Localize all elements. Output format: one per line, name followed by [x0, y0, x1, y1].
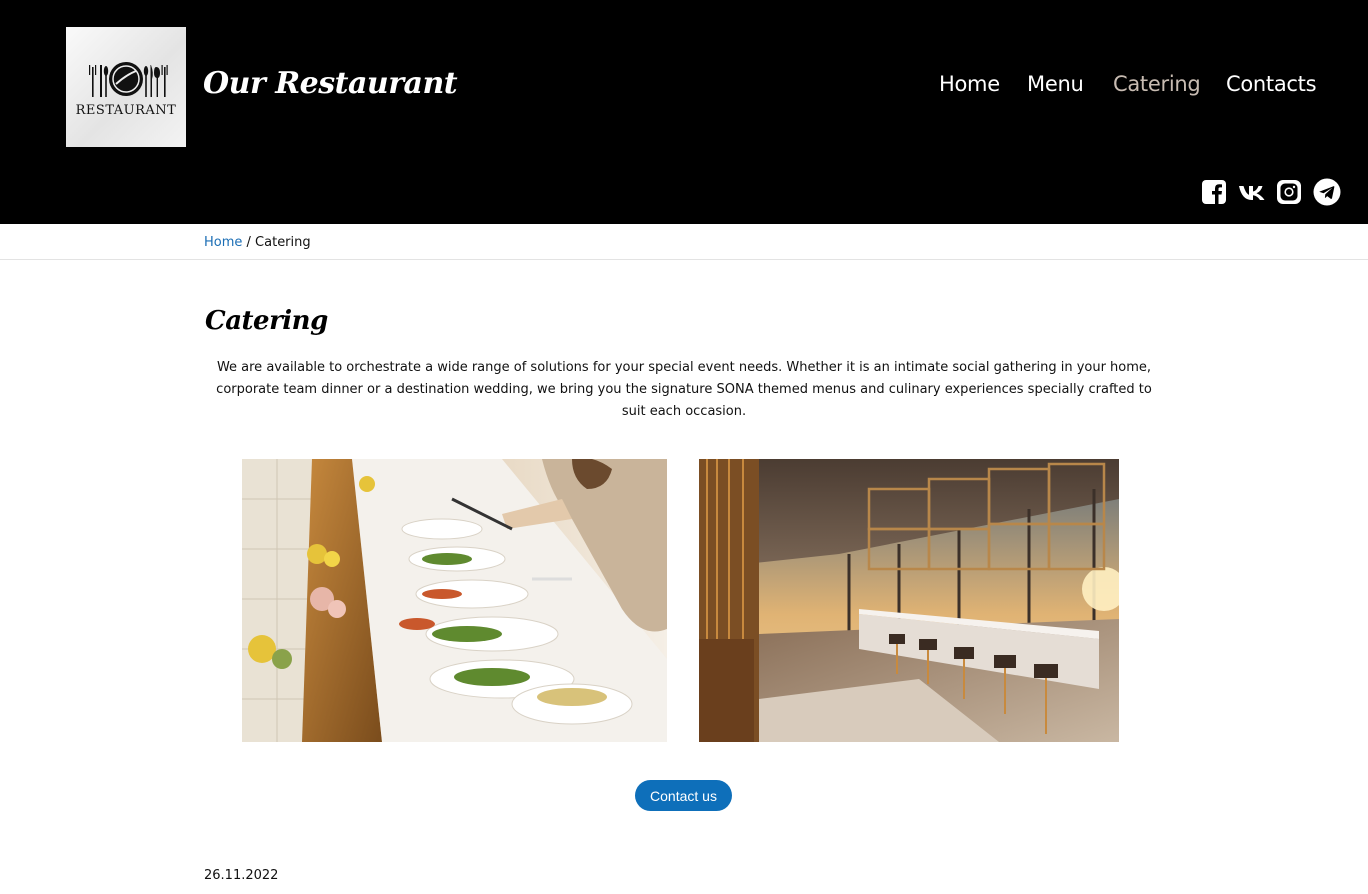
nav-contacts[interactable]: Contacts [1226, 72, 1317, 96]
nav-home[interactable]: Home [939, 72, 1000, 96]
instagram-icon[interactable] [1275, 178, 1303, 206]
breadcrumb-bar: Home / Catering [0, 224, 1368, 260]
facebook-icon[interactable] [1200, 178, 1228, 206]
page-title: Catering [205, 306, 328, 336]
telegram-icon[interactable] [1313, 178, 1341, 206]
logo-text: RESTAURANT [75, 102, 177, 118]
site-title[interactable]: Our Restaurant [203, 66, 458, 101]
publish-date: 26.11.2022 [204, 868, 279, 883]
breadcrumb: Home / Catering [204, 235, 311, 250]
catering-buffet-image [242, 459, 667, 742]
nav-menu[interactable]: Menu [1027, 72, 1084, 96]
intro-text: We are available to orchestrate a wide r… [216, 360, 1152, 419]
breadcrumb-home-link[interactable]: Home [204, 235, 242, 250]
logo[interactable]: RESTAURANT [66, 27, 186, 147]
restaurant-bar-image [699, 459, 1119, 742]
nav-catering[interactable]: Catering [1113, 72, 1201, 96]
breadcrumb-current: Catering [255, 235, 311, 250]
site-header: RESTAURANT Our Restaurant Home Menu Cate… [0, 0, 1368, 224]
logo-cutlery-icon [89, 61, 168, 97]
breadcrumb-separator: / [242, 235, 256, 250]
vk-icon[interactable] [1238, 178, 1266, 206]
contact-us-button[interactable]: Contact us [635, 780, 732, 811]
